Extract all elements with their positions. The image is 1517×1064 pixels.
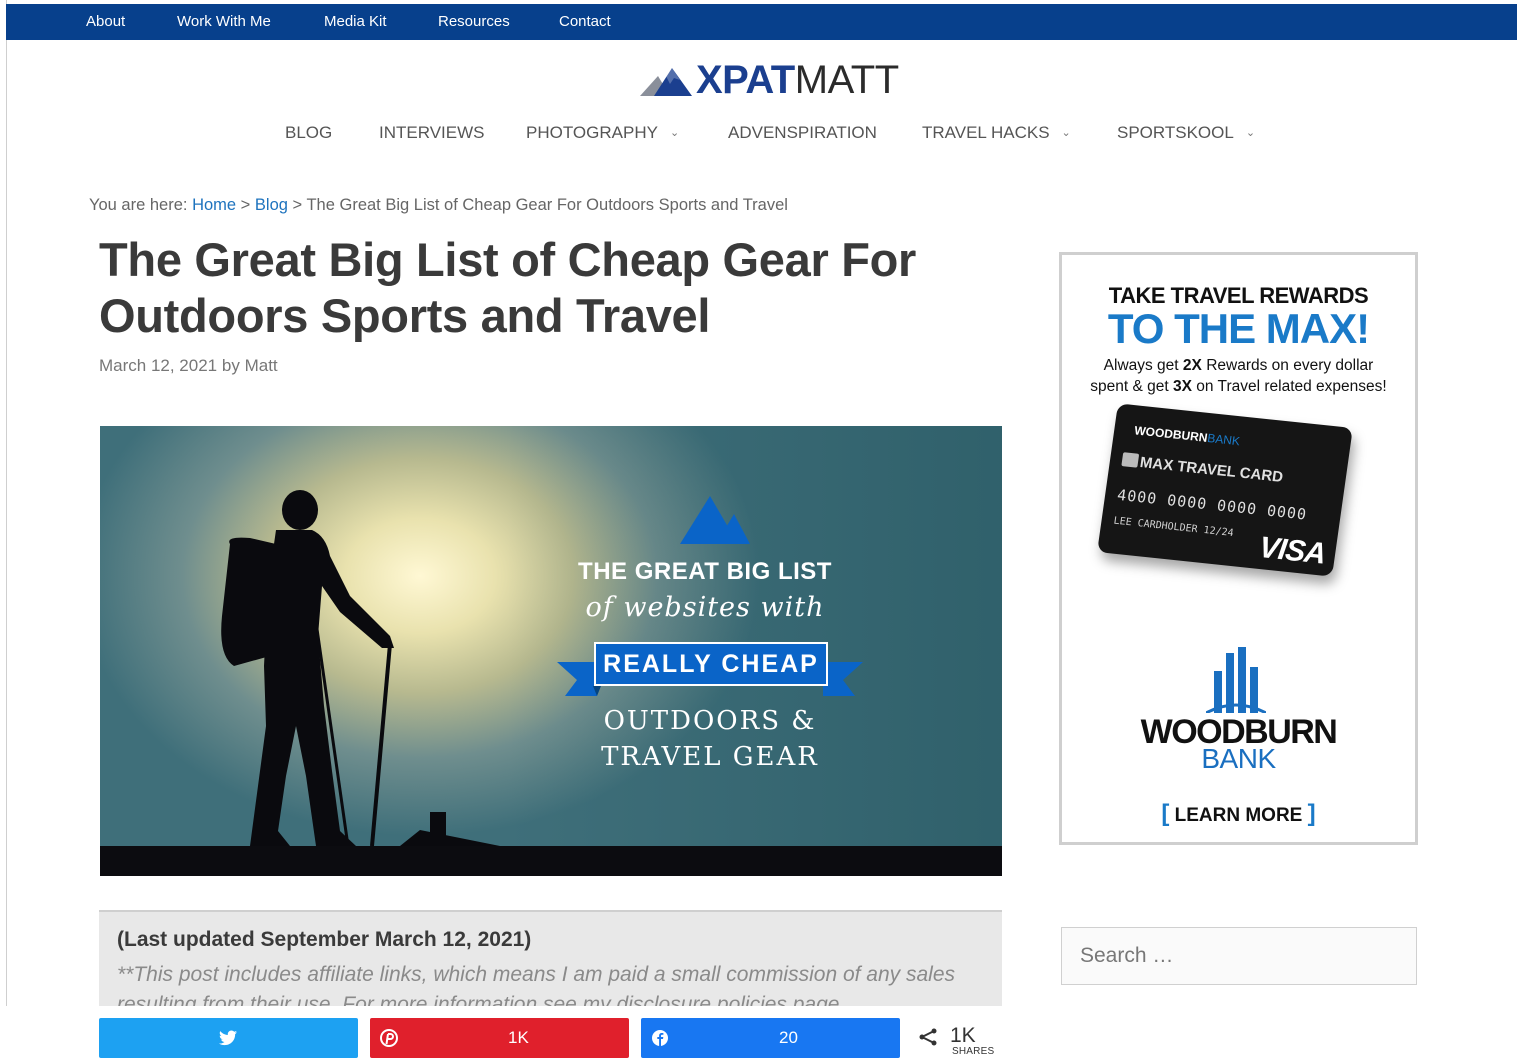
ad-headline-big: TO THE MAX! xyxy=(1107,305,1370,352)
learn-more-button[interactable]: [ LEARN MORE ] xyxy=(1062,800,1415,828)
hero-line-3: OUTDOORS & xyxy=(603,706,817,736)
total-shares-label: SHARES xyxy=(952,1046,995,1057)
twitter-share-button[interactable] xyxy=(99,1018,358,1058)
breadcrumb-blog-link[interactable]: Blog xyxy=(255,196,288,214)
chevron-down-icon: ⌄ xyxy=(669,127,680,139)
breadcrumb-current: The Great Big List of Cheap Gear For Out… xyxy=(306,196,788,214)
bracket-right: ] xyxy=(1307,800,1316,827)
learn-more-label: LEARN MORE xyxy=(1174,805,1303,826)
facebook-share-count: 20 xyxy=(779,1028,798,1047)
card-holder: LEE CARDHOLDER xyxy=(1112,515,1199,536)
post-author-link[interactable]: Matt xyxy=(245,356,278,375)
featured-image: THE GREAT BIG LIST of websites with REAL… xyxy=(100,426,1002,876)
bank-name-sub: BANK xyxy=(1201,743,1276,774)
hero-ground xyxy=(100,846,1002,876)
chevron-down-icon: ⌄ xyxy=(1061,127,1071,139)
twitter-icon xyxy=(219,1030,237,1046)
ad-subtext-part: spent & get xyxy=(1090,378,1174,395)
ad-subtext-part: Rewards on every dollar xyxy=(1201,357,1374,374)
logo-text: XPATMATT xyxy=(696,58,899,102)
share-icon xyxy=(919,1028,937,1046)
nav-item-blog[interactable]: BLOG xyxy=(285,121,332,145)
bracket-left: [ xyxy=(1161,800,1170,827)
update-heading: (Last updated September March 12, 2021) xyxy=(117,928,532,951)
nav-item-photography[interactable]: PHOTOGRAPHY ⌄ xyxy=(526,121,679,145)
card-chip-icon xyxy=(1121,452,1140,468)
card-brand: WOODBURNBANK xyxy=(1133,423,1241,449)
nav-item-sportskool[interactable]: SPORTSKOOL ⌄ xyxy=(1117,121,1255,145)
visa-logo: VISA xyxy=(1257,531,1328,571)
nav-label: INTERVIEWS xyxy=(379,123,485,142)
nav-label: ADVENSPIRATION xyxy=(728,123,877,142)
nav-label: BLOG xyxy=(285,123,333,142)
top-bar: About Work With Me Media Kit Resources C… xyxy=(6,4,1517,40)
nav-item-interviews[interactable]: INTERVIEWS xyxy=(379,121,484,145)
credit-card-image: WOODBURNBANK MAX TRAVEL CARD 4000 0000 0… xyxy=(1097,403,1353,577)
card-exp: 12/24 xyxy=(1202,525,1235,540)
ad-subtext-bold: 3X xyxy=(1173,378,1192,395)
breadcrumb-home-link[interactable]: Home xyxy=(192,196,236,214)
search-input[interactable] xyxy=(1061,927,1417,985)
post-meta: March 12, 2021 by Matt xyxy=(99,356,278,376)
facebook-share-button[interactable]: 20 xyxy=(641,1018,900,1058)
nav-label: PHOTOGRAPHY xyxy=(526,123,658,142)
update-notice: (Last updated September March 12, 2021) … xyxy=(99,910,1002,1010)
page-title: The Great Big List of Cheap Gear For Out… xyxy=(99,233,917,342)
facebook-icon xyxy=(652,1030,668,1046)
bank-building-icon xyxy=(1206,647,1266,713)
topbar-link-about[interactable]: About xyxy=(86,4,125,40)
nav-label: TRAVEL HACKS xyxy=(922,123,1050,142)
topbar-link-media-kit[interactable]: Media Kit xyxy=(324,4,387,40)
breadcrumb: You are here: Home > Blog > The Great Bi… xyxy=(89,196,788,215)
pinterest-icon xyxy=(380,1029,398,1047)
ad-subtext-part: Always get xyxy=(1103,357,1183,374)
breadcrumb-separator: > xyxy=(240,196,251,214)
breadcrumb-prefix: You are here: xyxy=(89,196,188,214)
topbar-link-work-with-me[interactable]: Work With Me xyxy=(177,4,271,40)
topbar-link-contact[interactable]: Contact xyxy=(559,4,611,40)
card-holder-block: LEE CARDHOLDER 12/24 xyxy=(1113,516,1234,539)
hero-banner: REALLY CHEAP xyxy=(594,642,828,686)
mountain-logo-icon xyxy=(640,68,692,96)
nav-item-advenspiration[interactable]: ADVENSPIRATION xyxy=(728,121,877,145)
chevron-down-icon: ⌄ xyxy=(1245,127,1256,139)
nav-item-travel-hacks[interactable]: TRAVEL HACKS ⌄ xyxy=(922,121,1071,145)
hero-line-2: of websites with xyxy=(585,592,825,623)
nav-label: SPORTSKOOL xyxy=(1117,123,1234,142)
logo-text-bold: XPAT xyxy=(696,58,795,102)
ad-subtext-part: on Travel related expenses! xyxy=(1191,378,1387,395)
breadcrumb-separator: > xyxy=(292,196,303,214)
ad-subtext: Always get 2X Rewards on every dollar sp… xyxy=(1062,355,1415,397)
pinterest-share-count: 1K xyxy=(508,1028,529,1047)
ad-subtext-bold: 2X xyxy=(1182,357,1202,374)
topbar-link-resources[interactable]: Resources xyxy=(438,4,510,40)
page-left-border xyxy=(6,0,7,1064)
post-by: by xyxy=(221,356,240,375)
logo-text-thin: MATT xyxy=(794,58,899,102)
mountain-icon xyxy=(680,496,750,544)
sidebar-ad[interactable]: TAKE TRAVEL REWARDS TO THE MAX! Always g… xyxy=(1059,252,1418,845)
hiker-silhouette xyxy=(221,490,500,847)
hero-line-4: TRAVEL GEAR xyxy=(601,742,819,772)
share-bar: 1K 20 1K SHARES xyxy=(0,1006,1517,1064)
hero-line-1: THE GREAT BIG LIST xyxy=(578,558,832,585)
post-date: March 12, 2021 xyxy=(99,356,218,375)
affiliate-disclosure: **This post includes affiliate links, wh… xyxy=(117,963,956,1010)
total-shares-count: 1K xyxy=(950,1024,976,1047)
pinterest-share-button[interactable]: 1K xyxy=(370,1018,629,1058)
card-title: MAX TRAVEL CARD xyxy=(1138,454,1285,486)
